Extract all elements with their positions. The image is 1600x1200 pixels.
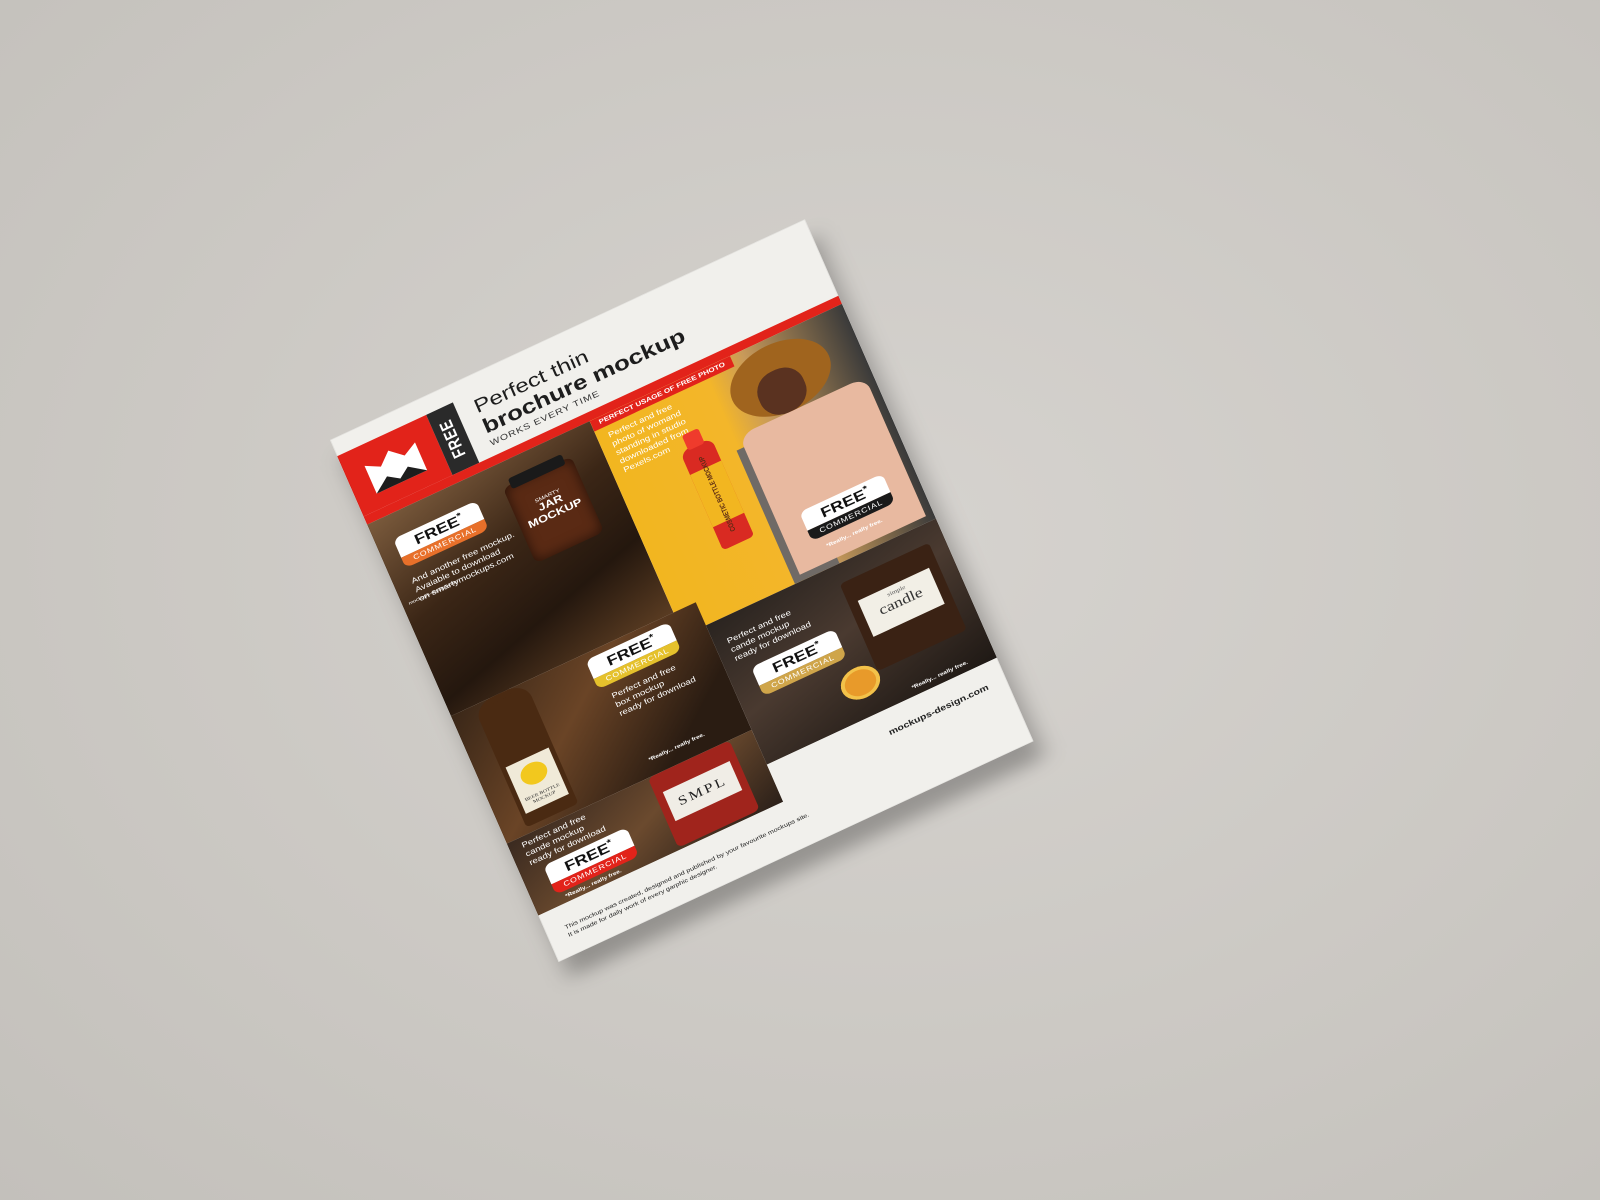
background-surface: FREE Perfect thin brochure mockup WORKS …	[0, 0, 1600, 1200]
candle-product-image: simple candle	[839, 542, 967, 672]
jar-product-image: SMARTY JAR MOCKUP	[502, 453, 605, 564]
logo-m-icon	[364, 442, 428, 494]
brochure-page: FREE Perfect thin brochure mockup WORKS …	[330, 219, 1034, 962]
beer-bottle-image: BEER BOTTLE MOCKUP	[473, 665, 579, 828]
smpl-label: SMPL	[675, 773, 730, 809]
bottle-label: COSMETIC BOTTLE MOCKUP	[697, 454, 738, 533]
